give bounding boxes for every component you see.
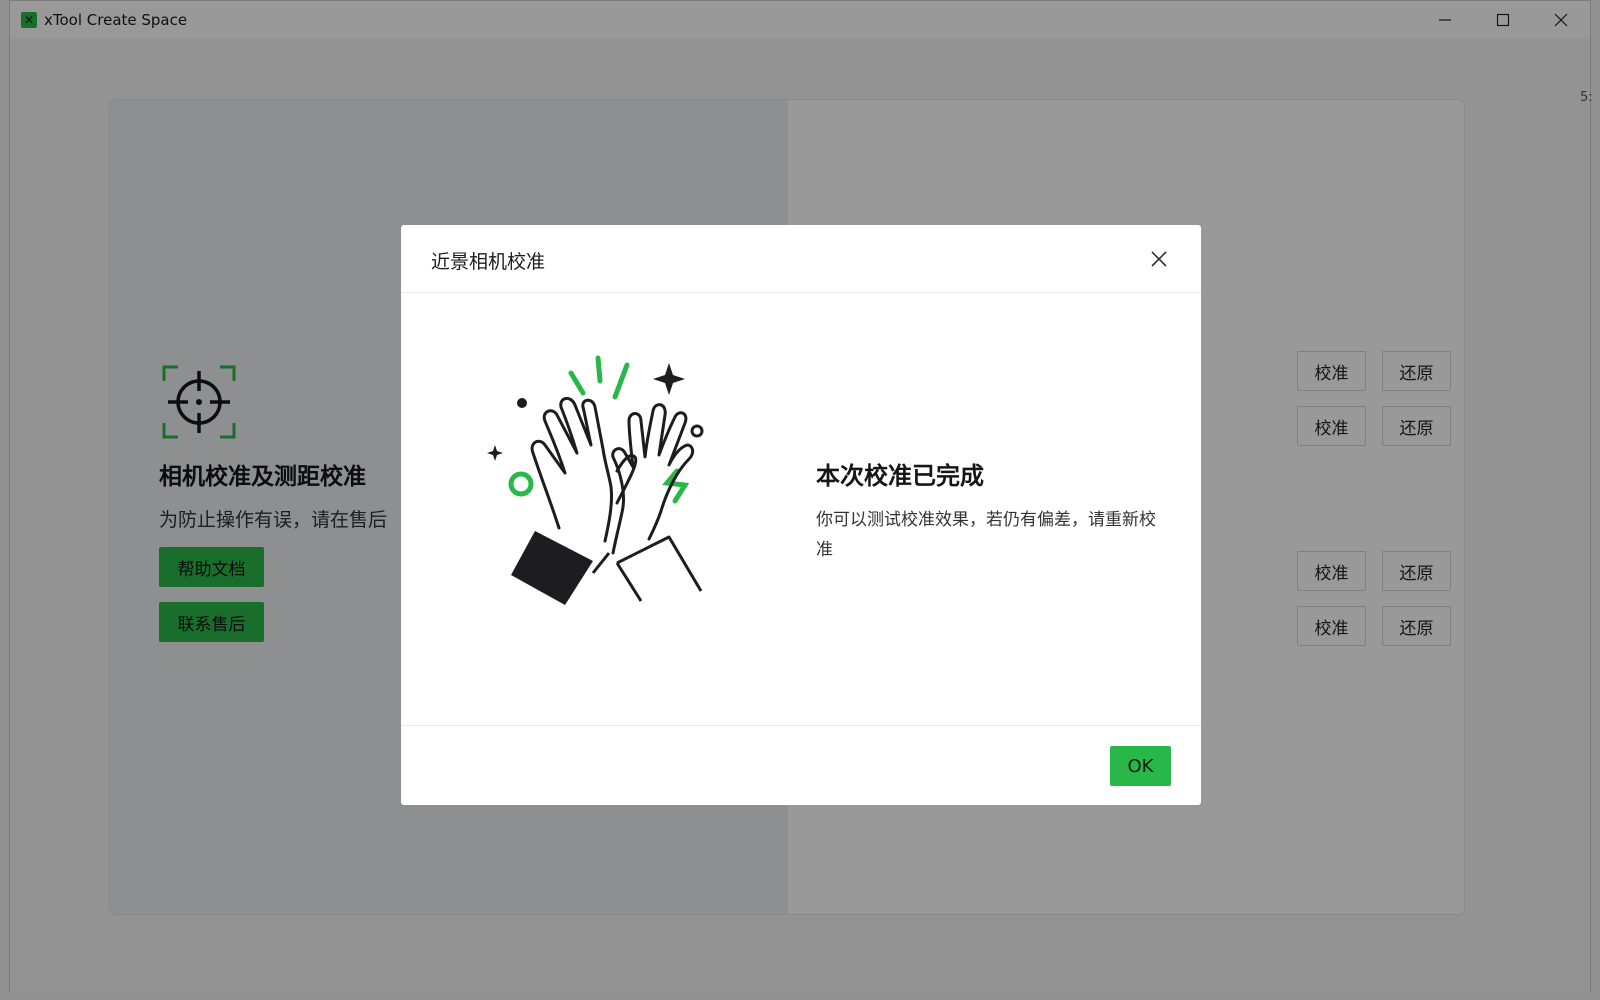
calibration-complete-dialog: 近景相机校准 本次校准已完成 你可以测试校准效果，若仍有偏差，请重新校准 OK — [401, 225, 1201, 805]
edge-clipped-text: 5: — [1580, 90, 1593, 105]
dialog-close-button[interactable] — [1147, 247, 1171, 271]
dialog-body: 本次校准已完成 你可以测试校准效果，若仍有偏差，请重新校准 — [401, 293, 1201, 725]
dialog-header: 近景相机校准 — [401, 225, 1201, 293]
close-icon — [1151, 251, 1167, 267]
dialog-footer: OK — [401, 725, 1201, 805]
completion-message: 你可以测试校准效果，若仍有偏差，请重新校准 — [816, 510, 1156, 560]
ok-button[interactable]: OK — [1110, 746, 1171, 786]
high-five-illustration-icon — [487, 355, 704, 605]
completion-heading: 本次校准已完成 — [816, 462, 984, 490]
dialog-title: 近景相机校准 — [431, 251, 546, 273]
